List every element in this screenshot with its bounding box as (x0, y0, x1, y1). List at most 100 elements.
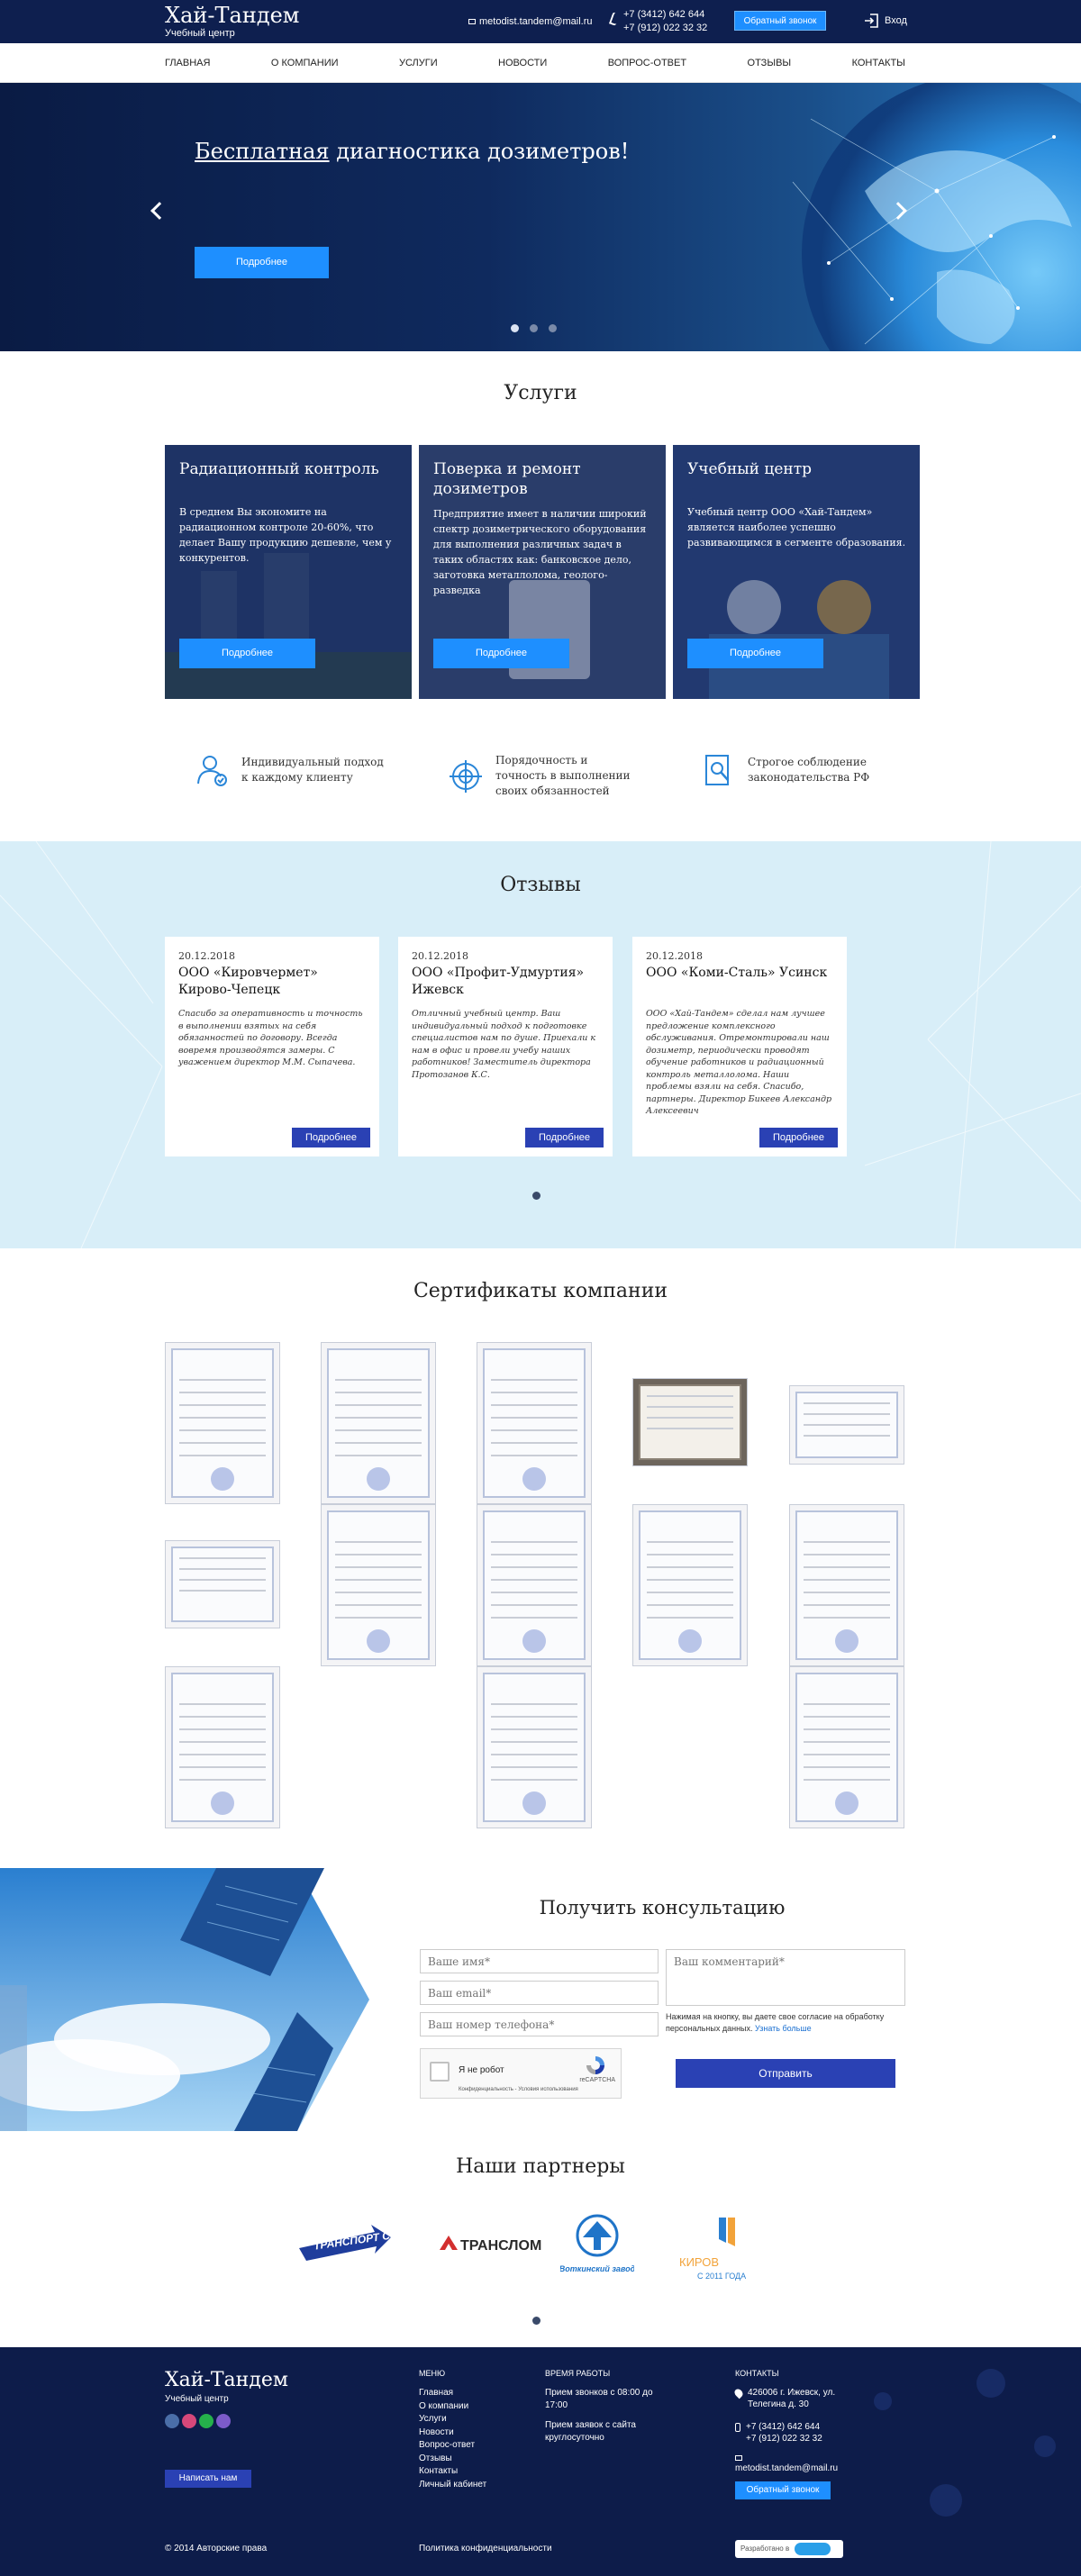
nav-item-reviews[interactable]: ОТЗЫВЫ (748, 58, 792, 68)
footer-phone-1[interactable]: +7 (3412) 642 644 (746, 2421, 822, 2433)
certificate-text-line (335, 1379, 422, 1381)
service-card-button[interactable]: Подробнее (179, 639, 315, 668)
footer-email[interactable]: metodist.tandem@mail.ru (735, 2463, 870, 2474)
service-card-radiation[interactable]: Радиационный контроль В среднем Вы эконо… (165, 445, 412, 699)
developer-badge-label: Разработано в (740, 2544, 790, 2553)
viber-icon[interactable] (216, 2414, 231, 2428)
footer-menu-item[interactable]: Главная (419, 2387, 486, 2400)
service-card-training[interactable]: Учебный центр Учебный центр ООО «Хай-Тан… (673, 445, 920, 699)
certificate-text-line (179, 1429, 266, 1431)
login-link[interactable]: Вход (863, 13, 907, 29)
hero-dot-2[interactable] (530, 324, 538, 332)
certificate-thumbnail[interactable] (165, 1342, 280, 1504)
send-button[interactable]: Отправить (676, 2059, 895, 2088)
review-more-button[interactable]: Подробнее (759, 1128, 838, 1147)
write-us-button[interactable]: Написать нам (165, 2470, 251, 2488)
hero-dot-3[interactable] (549, 324, 557, 332)
header-phone-1[interactable]: +7 (3412) 642 644 (623, 8, 707, 22)
footer-menu-item[interactable]: Отзывы (419, 2453, 486, 2466)
footer-address: 426006 г. Ижевск, ул. Телегина д. 30 (732, 2387, 870, 2410)
hero-more-button[interactable]: Подробнее (195, 247, 329, 278)
slider-prev-icon[interactable] (150, 202, 168, 220)
header-email-text: metodist.tandem@mail.ru (479, 16, 593, 27)
certificate-text-line (179, 1728, 266, 1730)
certificate-text-line (491, 1728, 577, 1730)
partner-logo-kirov[interactable]: КИРОВ С 2011 ГОДА (674, 2207, 755, 2288)
certificate-text-line (491, 1579, 577, 1581)
hero-dot-1[interactable] (511, 324, 519, 332)
service-card-repair[interactable]: Поверка и ремонт дозиметров Предприятие … (419, 445, 666, 699)
review-more-button[interactable]: Подробнее (292, 1128, 370, 1147)
certificate-thumbnail[interactable] (632, 1504, 748, 1666)
certificate-thumbnail[interactable] (165, 1540, 280, 1628)
logo[interactable]: Хай-Тандем Учебный центр (165, 3, 299, 39)
service-card-button[interactable]: Подробнее (687, 639, 823, 668)
footer-menu-item[interactable]: О компании (419, 2400, 486, 2414)
footer-contacts: КОНТАКТЫ 426006 г. Ижевск, ул. Телегина … (732, 2369, 870, 2499)
email-input[interactable] (420, 1981, 659, 2005)
privacy-policy-link[interactable]: Политика конфиденциальности (419, 2544, 552, 2553)
footer-phone-2[interactable]: +7 (912) 022 32 32 (746, 2433, 822, 2444)
footer-callback-button[interactable]: Обратный звонок (735, 2481, 831, 2499)
brand-tagline: Учебный центр (165, 28, 235, 39)
footer-menu-title: МЕНЮ (419, 2369, 446, 2378)
footer-menu-item[interactable]: Контакты (419, 2465, 486, 2479)
service-card-button[interactable]: Подробнее (433, 639, 569, 668)
certificate-text-line (179, 1579, 266, 1581)
consent-link[interactable]: Узнать больше (755, 2024, 812, 2033)
footer-menu-item[interactable]: Вопрос-ответ (419, 2439, 486, 2453)
certificate-thumbnail[interactable] (321, 1342, 436, 1504)
header-phone-2[interactable]: +7 (912) 022 32 32 (623, 22, 707, 35)
nav-item-about[interactable]: О КОМПАНИИ (271, 58, 339, 68)
recaptcha-checkbox[interactable] (430, 2062, 450, 2082)
reviews-dot-1[interactable] (532, 1192, 540, 1200)
footer-menu-item[interactable]: Новости (419, 2426, 486, 2440)
certificate-text-line (647, 1592, 733, 1593)
partners-dot-1[interactable] (532, 2317, 540, 2325)
nav-item-home[interactable]: ГЛАВНАЯ (165, 58, 210, 68)
recaptcha-terms[interactable]: Конфиденциальность - Условия использован… (459, 2087, 578, 2092)
certificate-thumbnail[interactable] (165, 1666, 280, 1828)
certificate-thumbnail[interactable] (789, 1666, 904, 1828)
partner-logo-transport-sibiri[interactable]: ТРАНСПОРТ СИБИРИ (294, 2207, 395, 2279)
nav-item-news[interactable]: НОВОСТИ (498, 58, 547, 68)
vk-icon[interactable] (165, 2414, 179, 2428)
document-search-icon (705, 755, 729, 785)
review-more-button[interactable]: Подробнее (525, 1128, 604, 1147)
hero-slider: Бесплатная диагностика дозиметров! Подро… (0, 83, 1081, 351)
certificate-text-line (335, 1617, 422, 1619)
certificate-thumbnail[interactable] (632, 1378, 748, 1466)
partner-logo-translom[interactable]: ТРАНСЛОМ (436, 2207, 546, 2279)
certificate-thumbnail[interactable] (789, 1504, 904, 1666)
name-input[interactable] (420, 1949, 659, 1973)
review-card: 20.12.2018 ООО «Кировчермет» Кирово-Чепе… (165, 937, 379, 1156)
nav-item-services[interactable]: УСЛУГИ (399, 58, 438, 68)
certificate-text-line (179, 1455, 266, 1456)
certificate-text-line (491, 1741, 577, 1743)
nav-item-faq[interactable]: ВОПРОС-ОТВЕТ (608, 58, 686, 68)
nav-item-contacts[interactable]: КОНТАКТЫ (852, 58, 905, 68)
footer-menu-item[interactable]: Услуги (419, 2413, 486, 2426)
certificate-thumbnail[interactable] (321, 1504, 436, 1666)
certificate-thumbnail[interactable] (477, 1342, 592, 1504)
certificate-thumbnail[interactable] (789, 1385, 904, 1465)
instagram-icon[interactable] (182, 2414, 196, 2428)
comment-input[interactable] (666, 1949, 905, 2006)
developer-badge[interactable]: Разработано в (735, 2540, 843, 2558)
certificate-text-line (491, 1779, 577, 1781)
certificate-thumbnail[interactable] (477, 1504, 592, 1666)
certificate-thumbnail[interactable] (477, 1666, 592, 1828)
whatsapp-icon[interactable] (199, 2414, 213, 2428)
phone-input[interactable] (420, 2012, 659, 2036)
recaptcha-brand: reCAPTCHA (579, 2077, 615, 2083)
certificate-text-line (647, 1566, 733, 1568)
header-email[interactable]: metodist.tandem@mail.ru (468, 16, 593, 27)
callback-button[interactable]: Обратный звонок (734, 11, 826, 31)
certificate-text-line (647, 1617, 733, 1619)
header-phones[interactable]: +7 (3412) 642 644 +7 (912) 022 32 32 (608, 8, 707, 35)
hero-title: Бесплатная диагностика дозиметров! (195, 139, 629, 164)
footer-menu-item[interactable]: Личный кабинет (419, 2479, 486, 2492)
partner-logo-image: ТРАНСЛОМ (440, 2236, 541, 2254)
certificate-text-line (491, 1754, 577, 1755)
partner-logo-votkinsk[interactable]: Воткинский завод (560, 2207, 634, 2288)
